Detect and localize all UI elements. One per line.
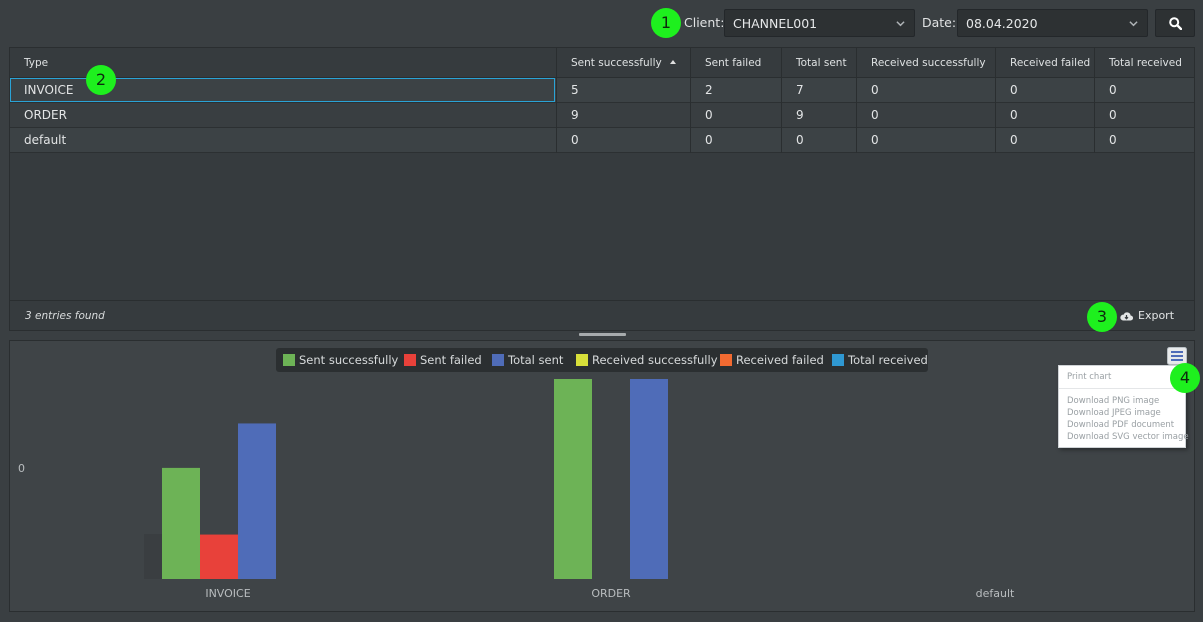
bar-order-sent-successfully[interactable] (554, 379, 592, 579)
table-cell: 7 (781, 78, 856, 103)
client-select[interactable]: CHANNEL001 (724, 9, 915, 37)
column-header-sent-successfully[interactable]: Sent successfully (556, 48, 690, 78)
menu-item-print-chart[interactable]: Print chart (1067, 372, 1111, 382)
column-header-total-received[interactable]: Total received (1094, 48, 1194, 78)
table-cell: 5 (556, 78, 690, 103)
legend-item-received-failed[interactable]: Received failed (720, 353, 824, 367)
table-cell: 0 (690, 128, 781, 153)
column-header-label: Sent successfully (571, 57, 662, 69)
table-cell: 0 (995, 128, 1094, 153)
y-axis-tick-label: 0 (18, 462, 25, 475)
x-axis-label: default (976, 587, 1015, 600)
annotation-marker-4: 4 (1170, 363, 1200, 393)
legend-label: Total sent (508, 353, 564, 367)
table-cell: 0 (1094, 103, 1194, 128)
table-cell: 0 (995, 78, 1094, 103)
legend-label: Sent failed (420, 353, 482, 367)
table-cell: 0 (856, 78, 995, 103)
legend-swatch (576, 354, 588, 366)
bar-chart: INVOICE ORDER default 0 (18, 379, 1015, 600)
column-header-received-failed[interactable]: Received failed (995, 48, 1094, 78)
legend-swatch (492, 354, 504, 366)
bar-invoice-sent-successfully[interactable] (162, 467, 200, 579)
annotation-marker-2: 2 (86, 65, 116, 95)
bar-order-total-sent[interactable] (630, 379, 668, 579)
table-row[interactable]: default 0 0 0 0 0 0 (10, 128, 1194, 153)
date-select-value: 08.04.2020 (966, 16, 1038, 31)
table-cell: 0 (556, 128, 690, 153)
column-header-total-sent[interactable]: Total sent (781, 48, 856, 78)
grid-header: Type Sent successfully Sent failed Total… (10, 48, 1194, 78)
legend-label: Total received (848, 353, 928, 367)
toolbar: 1 Client: CHANNEL001 Date: 08.04.2020 (0, 0, 1203, 46)
legend-label: Received failed (736, 353, 824, 367)
table-row[interactable]: ORDER 9 0 9 0 0 0 (10, 103, 1194, 128)
legend-item-received-successfully[interactable]: Received successfully (576, 353, 718, 367)
grid-footer: 3 entries found Export (10, 300, 1194, 330)
chevron-down-icon (1129, 21, 1138, 27)
table-cell: 0 (781, 128, 856, 153)
table-cell: 0 (1094, 128, 1194, 153)
table-cell: 0 (856, 128, 995, 153)
menu-item-download-jpeg[interactable]: Download JPEG image (1067, 408, 1161, 418)
table-cell: 0 (690, 103, 781, 128)
bar-invoice-total-sent[interactable] (238, 423, 276, 579)
menu-item-download-pdf[interactable]: Download PDF document (1067, 420, 1174, 430)
entries-count: 3 entries found (25, 310, 105, 322)
legend-swatch (283, 354, 295, 366)
column-header-received-successfully[interactable]: Received successfully (856, 48, 995, 78)
legend-item-total-sent[interactable]: Total sent (492, 353, 563, 367)
x-axis-label: ORDER (591, 587, 631, 600)
sort-ascending-icon (670, 60, 676, 64)
chart-context-menu: Print chart Download PNG image Download … (1058, 365, 1189, 448)
table-cell: ORDER (24, 108, 67, 122)
date-select[interactable]: 08.04.2020 (957, 9, 1148, 37)
export-label: Export (1138, 309, 1175, 322)
export-button[interactable]: Export (1120, 309, 1174, 322)
legend-label: Sent successfully (299, 353, 399, 367)
date-label: Date: (922, 15, 957, 30)
annotation-marker-3: 3 (1087, 302, 1117, 332)
table-cell: 0 (1094, 78, 1194, 103)
legend-item-sent-successfully[interactable]: Sent successfully (283, 353, 398, 367)
statistics-grid: Type Sent successfully Sent failed Total… (9, 47, 1195, 331)
search-button[interactable] (1155, 9, 1195, 37)
chart-legend: Sent successfully Sent failed Total sent… (276, 348, 928, 372)
search-icon (1169, 17, 1182, 30)
legend-swatch (720, 354, 732, 366)
menu-divider (1059, 388, 1185, 389)
table-cell: 0 (856, 103, 995, 128)
table-cell: 2 (690, 78, 781, 103)
chart-panel: INVOICE ORDER default 0 Sent successfully S… (9, 340, 1195, 612)
bar-invoice-sent-failed[interactable] (200, 534, 238, 579)
menu-item-download-png[interactable]: Download PNG image (1067, 396, 1159, 406)
client-select-value: CHANNEL001 (733, 16, 818, 31)
x-axis-label: INVOICE (205, 587, 250, 600)
legend-item-sent-failed[interactable]: Sent failed (404, 353, 482, 367)
table-row[interactable]: INVOICE 5 2 7 0 0 0 (10, 78, 1194, 103)
legend-swatch (404, 354, 416, 366)
legend-item-total-received[interactable]: Total received (832, 353, 928, 367)
table-cell: default (24, 133, 67, 147)
panel-splitter-handle[interactable] (579, 333, 626, 336)
client-label: Client: (684, 15, 725, 30)
menu-item-download-svg[interactable]: Download SVG vector image (1067, 432, 1189, 442)
annotation-marker-1: 1 (651, 8, 681, 38)
legend-swatch (832, 354, 844, 366)
table-cell: 9 (781, 103, 856, 128)
column-header-sent-failed[interactable]: Sent failed (690, 48, 781, 78)
table-cell: 0 (995, 103, 1094, 128)
table-cell: 9 (556, 103, 690, 128)
legend-label: Received successfully (592, 353, 718, 367)
cloud-download-icon (1120, 312, 1134, 321)
chevron-down-icon (896, 21, 905, 27)
